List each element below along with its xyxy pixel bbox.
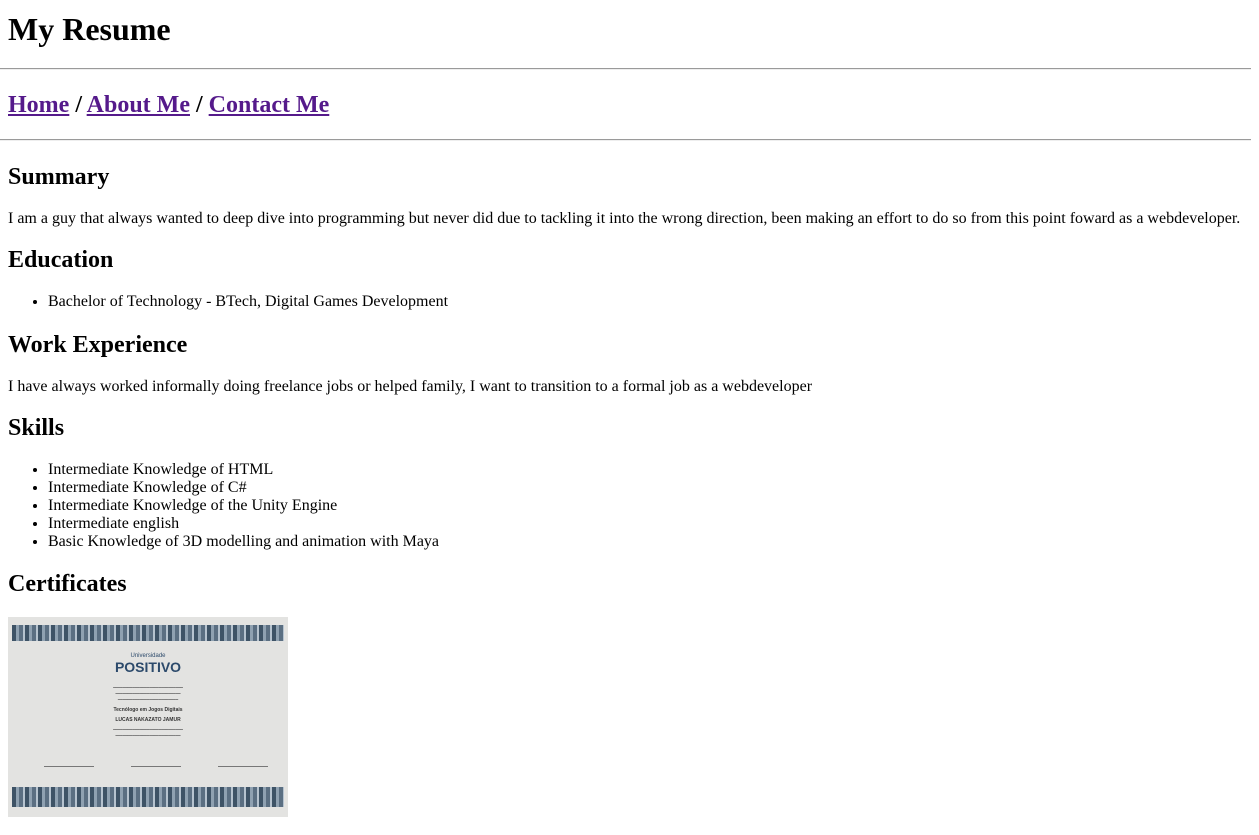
certificate-border-bottom bbox=[12, 787, 284, 807]
nav-separator: / bbox=[189, 92, 209, 118]
page-title: My Resume bbox=[8, 11, 171, 47]
summary-heading: Summary bbox=[8, 164, 110, 190]
skill-item: Intermediate Knowledge of the Unity Engi… bbox=[48, 497, 1251, 515]
certificates-heading: Certificates bbox=[8, 571, 127, 597]
summary-text: I am a guy that always wanted to deep di… bbox=[8, 210, 1241, 227]
skill-item: Intermediate Knowledge of C# bbox=[48, 479, 1251, 497]
skill-item: Basic Knowledge of 3D modelling and anim… bbox=[48, 533, 1251, 551]
nav-home-link[interactable]: Home bbox=[8, 92, 69, 118]
nav-about-link[interactable]: About Me bbox=[87, 92, 190, 118]
certificate-degree: Tecnólogo em Jogos Digitais bbox=[113, 707, 183, 713]
skills-list: Intermediate Knowledge of HTML Intermedi… bbox=[8, 461, 1251, 551]
nav-contact-link[interactable]: Contact Me bbox=[209, 92, 330, 118]
certificate-name: LUCAS NAKAZATO JAMUR bbox=[115, 717, 181, 723]
skills-heading: Skills bbox=[8, 415, 65, 441]
nav-separator: / bbox=[69, 92, 87, 118]
certificate-signatures bbox=[44, 766, 268, 773]
nav-bar: Home / About Me / Contact Me bbox=[8, 70, 1251, 119]
education-list: Bachelor of Technology - BTech, Digital … bbox=[8, 293, 1251, 311]
education-item: Bachelor of Technology - BTech, Digital … bbox=[48, 293, 1251, 311]
certificate-border-top bbox=[12, 625, 284, 641]
work-experience-text: I have always worked informally doing fr… bbox=[8, 378, 813, 395]
education-heading: Education bbox=[8, 247, 114, 273]
divider-nav bbox=[0, 139, 1251, 141]
skill-item: Intermediate english bbox=[48, 515, 1251, 533]
certificate-body: Universidade POSITIVO ━━━━━━━━━━━━━━━━━━… bbox=[38, 651, 258, 777]
page: My Resume Home / About Me / Contact Me S… bbox=[0, 0, 1259, 817]
certificate-image: Universidade POSITIVO ━━━━━━━━━━━━━━━━━━… bbox=[8, 617, 288, 817]
university-logo: Universidade POSITIVO bbox=[114, 653, 182, 675]
work-experience-heading: Work Experience bbox=[8, 332, 188, 358]
skill-item: Intermediate Knowledge of HTML bbox=[48, 461, 1251, 479]
